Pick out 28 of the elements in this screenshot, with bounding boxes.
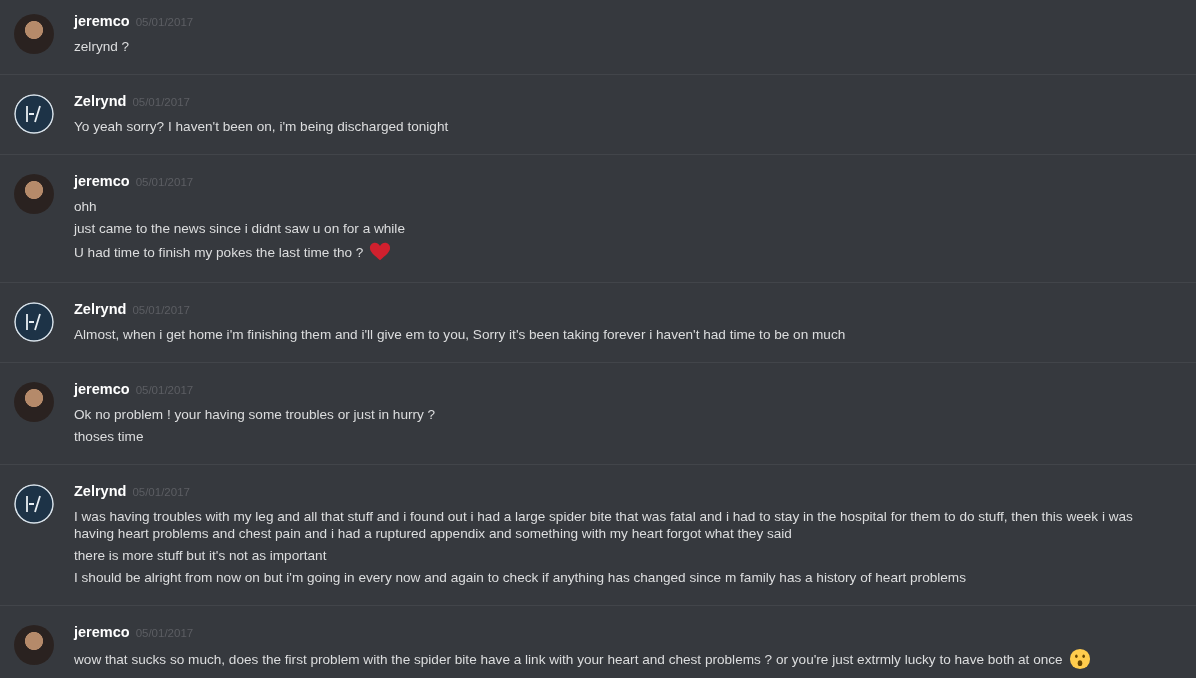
avatar-photo[interactable]: [14, 625, 54, 665]
message-text: I was having troubles with my leg and all that stuff and i found out i had a large spider bite that was fatal and i had to stay in the hospital for them to do stuff, then this week i was having heart problems and chest pain and i had a ruptured appendix and something with my heart forgot what they said: [74, 507, 1134, 542]
avatar-photo[interactable]: [14, 174, 54, 214]
message-text: there is more stuff but it's not as important: [74, 546, 327, 564]
message-text: Ok no problem ! your having some troubles or just in hurry ?: [74, 405, 436, 423]
message-text: ohh: [74, 197, 97, 215]
message-text: just came to the news since i didnt saw u on for a while: [74, 219, 405, 237]
avatar-logo-icon[interactable]: [14, 94, 54, 134]
heart-emoji-icon: [369, 241, 392, 263]
username[interactable]: jeremco: [74, 624, 130, 640]
username[interactable]: jeremco: [74, 173, 130, 189]
username[interactable]: Zelrynd: [74, 301, 127, 317]
avatar-photo[interactable]: [14, 14, 54, 54]
username[interactable]: jeremco: [74, 381, 130, 397]
surprised-face-emoji-icon: [1068, 648, 1091, 670]
message-text: I should be alright from now on but i'm going in every now and again to check if anything has changed since m family has a history of heart problems: [74, 568, 966, 586]
message-text: Yo yeah sorry? I haven't been on, i'm being discharged tonight: [74, 117, 449, 135]
username[interactable]: Zelrynd: [74, 93, 127, 109]
message-text: thoses time: [74, 427, 144, 445]
username[interactable]: Zelrynd: [74, 483, 127, 499]
username[interactable]: jeremco: [74, 13, 130, 29]
message-text: zelrynd ?: [74, 37, 130, 55]
avatar-photo[interactable]: [14, 382, 54, 422]
message-text: U had time to finish my pokes the last time tho ?: [74, 243, 364, 261]
avatar-logo-icon[interactable]: [14, 302, 54, 342]
message-text: Almost, when i get home i'm finishing them and i'll give em to you, Sorry it's been taking forever i haven't had time to be on much: [74, 325, 846, 343]
message-text: wow that sucks so much, does the first problem with the spider bite have a link with your heart and chest problems ? or you're just extrmly lucky to have both at once: [74, 650, 1063, 668]
avatar-logo-icon[interactable]: [14, 484, 54, 524]
